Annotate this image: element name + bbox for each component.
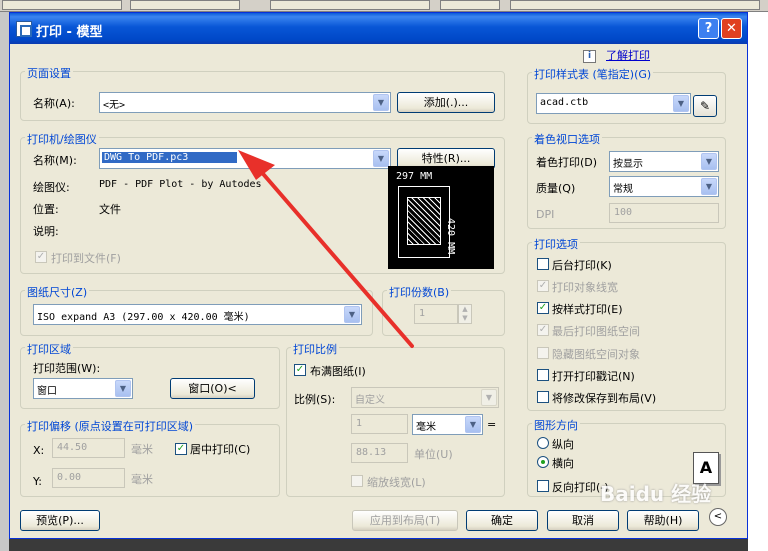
arrow-shaft <box>256 166 414 348</box>
watermark: Baidu 经验 <box>600 482 712 506</box>
annotation-arrow <box>238 150 414 348</box>
arrow-head <box>238 150 275 180</box>
